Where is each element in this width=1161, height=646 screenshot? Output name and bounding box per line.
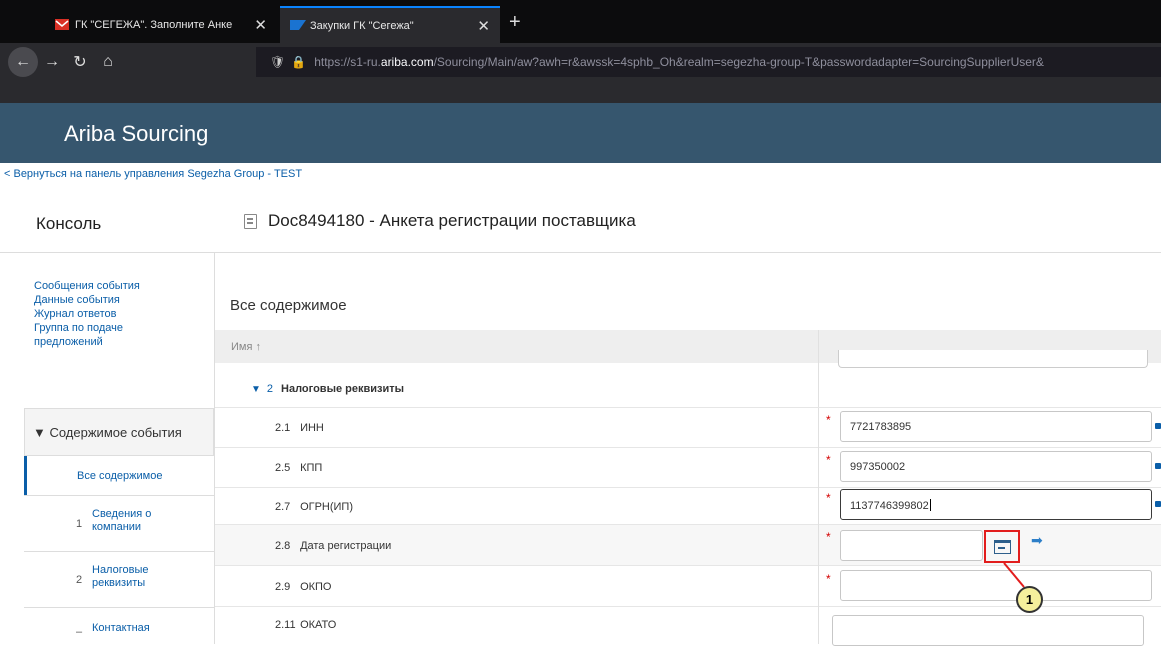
registration-date-input[interactable] <box>840 530 983 561</box>
row-number: 2.1 <box>275 422 291 434</box>
item-label: Налоговые реквизиты <box>92 564 149 589</box>
row-label: ОКПО <box>300 581 332 593</box>
back-to-dashboard-link[interactable]: < Вернуться на панель управления Segezha… <box>4 168 302 180</box>
back-arrow-icon[interactable]: ← <box>8 47 38 77</box>
response-log-link[interactable]: Журнал ответов <box>34 307 204 321</box>
browser-tab-zakupki[interactable]: Закупки ГК "Сегежа" ✕ <box>280 6 500 43</box>
app-brand: Ariba Sourcing <box>64 121 209 146</box>
comment-icon[interactable]: ➡ <box>1031 532 1043 549</box>
event-content-section[interactable]: ▼ Содержимое события <box>24 408 214 456</box>
browser-tab-gmail[interactable]: ГК "СЕГЕЖА". Заполните Анке ✕ <box>45 6 277 43</box>
group-title: Налоговые реквизиты <box>281 383 405 395</box>
sidebar-item-company-info[interactable]: 1 Сведения о компании <box>24 495 214 551</box>
item-label: Контактная <box>92 622 150 634</box>
help-marker-icon[interactable] <box>1155 463 1161 469</box>
row-label: Дата регистрации <box>300 540 392 552</box>
app-header: Ariba Sourcing <box>0 103 1161 163</box>
sap-icon <box>290 20 306 31</box>
okpo-input[interactable] <box>840 570 1152 601</box>
inn-value: 7721783895 <box>850 421 912 433</box>
item-number: – <box>76 626 83 638</box>
group-label: ▼ 2 Налоговые реквизиты <box>251 383 404 395</box>
shield-icon: 🛡 <box>270 55 286 69</box>
forward-arrow-icon[interactable]: → <box>38 53 66 71</box>
required-mark: * <box>826 491 831 505</box>
column-divider <box>818 408 819 644</box>
required-mark: * <box>826 572 831 586</box>
group-number: 2 <box>266 383 274 395</box>
event-links: Сообщения события Данные события Журнал … <box>34 279 204 349</box>
calendar-button[interactable] <box>984 530 1020 563</box>
gmail-icon <box>55 19 69 30</box>
browser-tab-strip: ГК "СЕГЕЖА". Заполните Анке ✕ Закупки ГК… <box>0 0 1161 43</box>
row-number: 2.8 <box>275 540 291 552</box>
ogrn-value: 1137746399802 <box>850 500 929 512</box>
sidebar-item-tax-details[interactable]: 2 Налоговые реквизиты <box>24 551 214 607</box>
help-marker-icon[interactable] <box>1155 423 1161 429</box>
ogrn-input[interactable]: 1137746399802 <box>840 489 1152 520</box>
row-label: ОКАТО <box>300 619 337 631</box>
kpp-value: 997350002 <box>850 461 906 473</box>
page-title: Doc8494180 - Анкета регистрации поставщи… <box>268 211 636 230</box>
row-label: ОГРН(ИП) <box>300 501 353 513</box>
annotation-marker: 1 <box>1016 586 1043 613</box>
event-data-link[interactable]: Данные события <box>34 293 204 307</box>
required-mark: * <box>826 530 831 544</box>
triangle-down-icon: ▼ <box>251 384 261 395</box>
required-mark: * <box>826 413 831 427</box>
group-row-tax[interactable]: ▼ 2 Налоговые реквизиты <box>215 371 1161 408</box>
url-rest: /Sourcing/Main/aw?awh=r&awssk=4sphb_Oh&r… <box>433 55 1044 69</box>
sidebar-item-all-content[interactable]: Все содержимое <box>24 456 214 495</box>
previous-input-field[interactable] <box>838 350 1148 368</box>
calendar-icon <box>994 540 1011 554</box>
bid-group-link[interactable]: Группа по подаче предложений <box>34 321 154 349</box>
kpp-input[interactable]: 997350002 <box>840 451 1152 482</box>
console-title: Консоль <box>36 214 102 233</box>
item-number: 1 <box>76 518 83 530</box>
new-tab-icon[interactable]: + <box>509 12 521 32</box>
row-number: 2.9 <box>275 581 291 593</box>
row-label: ИНН <box>300 422 324 434</box>
divider <box>0 252 1161 253</box>
content-heading: Все содержимое <box>230 297 347 314</box>
inn-input[interactable]: 7721783895 <box>840 411 1152 442</box>
browser-nav-bar: ← → ↻ ⌂ 🛡 🔒 https://s1-ru. ariba.com/Sour… <box>0 43 1161 81</box>
tab-title: ГК "СЕГЕЖА". Заполните Анке <box>75 18 233 31</box>
address-bar[interactable]: 🛡 🔒 https://s1-ru. ariba.com/Sourcing/Mai… <box>256 47 1161 77</box>
home-icon[interactable]: ⌂ <box>94 53 122 71</box>
close-tab-icon[interactable]: ✕ <box>477 17 490 35</box>
sidebar-item-contact[interactable]: – Контактная <box>24 607 214 644</box>
lock-icon: 🔒 <box>291 55 307 69</box>
url-prefix: https://s1-ru. <box>314 55 381 69</box>
help-marker-icon[interactable] <box>1155 501 1161 507</box>
required-mark: * <box>826 453 831 467</box>
okato-input[interactable] <box>832 615 1144 646</box>
close-tab-icon[interactable]: ✕ <box>254 16 267 34</box>
document-icon <box>244 214 257 229</box>
item-number: 2 <box>76 574 83 586</box>
row-label: КПП <box>300 462 323 474</box>
event-messages-link[interactable]: Сообщения события <box>34 279 204 293</box>
row-number: 2.7 <box>275 501 291 513</box>
tab-title: Закупки ГК "Сегежа" <box>310 19 414 32</box>
item-label: Сведения о компании <box>92 508 152 533</box>
browser-bookmark-spacer <box>0 81 1161 103</box>
text-caret <box>929 499 931 511</box>
url-host: ariba.com <box>380 55 434 69</box>
row-number: 2.11 <box>275 619 296 631</box>
row-number: 2.5 <box>275 462 291 474</box>
reload-icon[interactable]: ↻ <box>66 52 94 72</box>
